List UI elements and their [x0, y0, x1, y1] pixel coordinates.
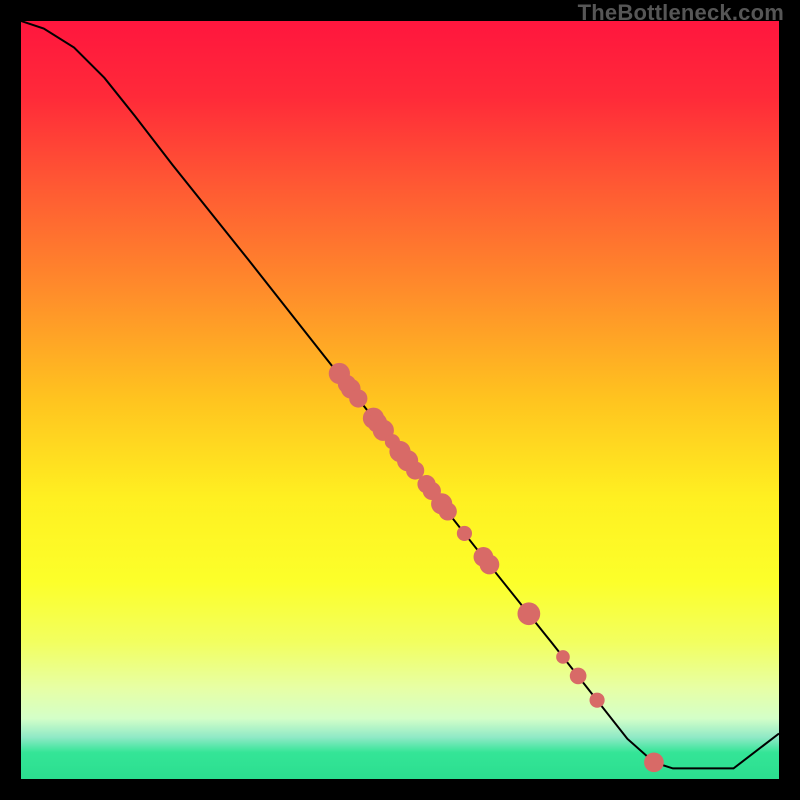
- gradient-background: [21, 21, 779, 779]
- data-point: [349, 389, 367, 407]
- data-point: [556, 650, 570, 664]
- data-point: [570, 668, 587, 685]
- data-point: [644, 752, 664, 772]
- data-point: [439, 502, 457, 520]
- data-point: [480, 555, 500, 575]
- watermark-text: TheBottleneck.com: [578, 0, 784, 26]
- plot-area: [21, 21, 779, 779]
- chart-stage: TheBottleneck.com: [0, 0, 800, 800]
- data-point: [517, 602, 540, 625]
- chart-svg: [21, 21, 779, 779]
- data-point: [457, 526, 472, 541]
- data-point: [590, 693, 605, 708]
